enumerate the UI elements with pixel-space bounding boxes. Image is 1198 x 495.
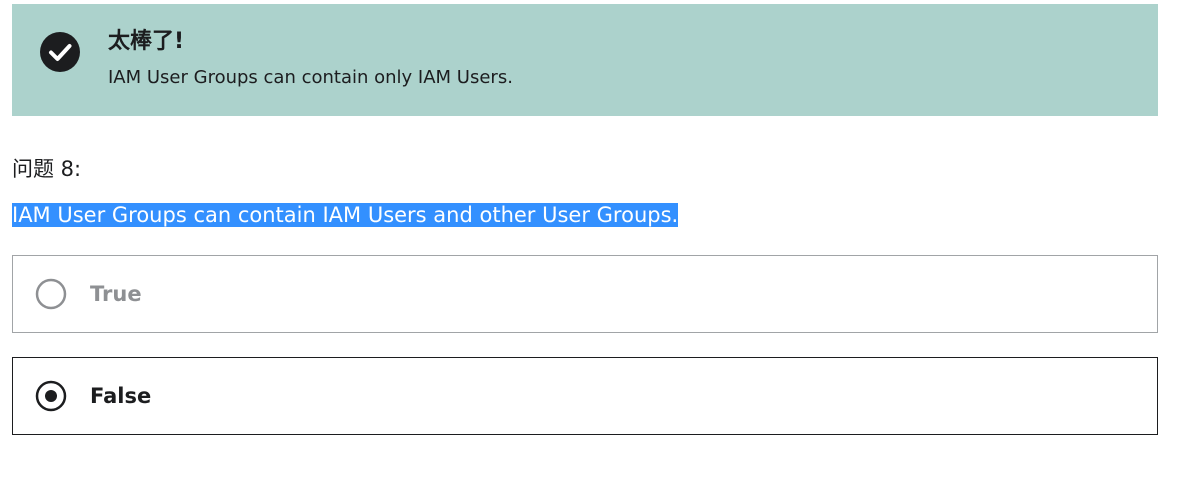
alert-message: IAM User Groups can contain only IAM Use… xyxy=(108,67,513,88)
alert-title: 太棒了! xyxy=(108,29,185,54)
check-circle-icon xyxy=(40,32,80,72)
answer-option-false[interactable]: False xyxy=(12,357,1158,435)
answer-option-label: False xyxy=(90,384,152,408)
question-text-selection: IAM User Groups can contain IAM Users an… xyxy=(12,203,679,227)
radio-unchecked-icon[interactable] xyxy=(35,278,67,310)
radio-checked-icon[interactable] xyxy=(35,380,67,412)
quiz-question-panel: 太棒了! IAM User Groups can contain only IA… xyxy=(0,0,1198,495)
question-number: 问题 8: xyxy=(12,157,82,181)
answer-option-true[interactable]: True xyxy=(12,255,1158,333)
answer-option-label: True xyxy=(90,282,142,306)
question-text: IAM User Groups can contain IAM Users an… xyxy=(12,199,679,231)
correct-answer-alert: 太棒了! IAM User Groups can contain only IA… xyxy=(12,4,1158,116)
